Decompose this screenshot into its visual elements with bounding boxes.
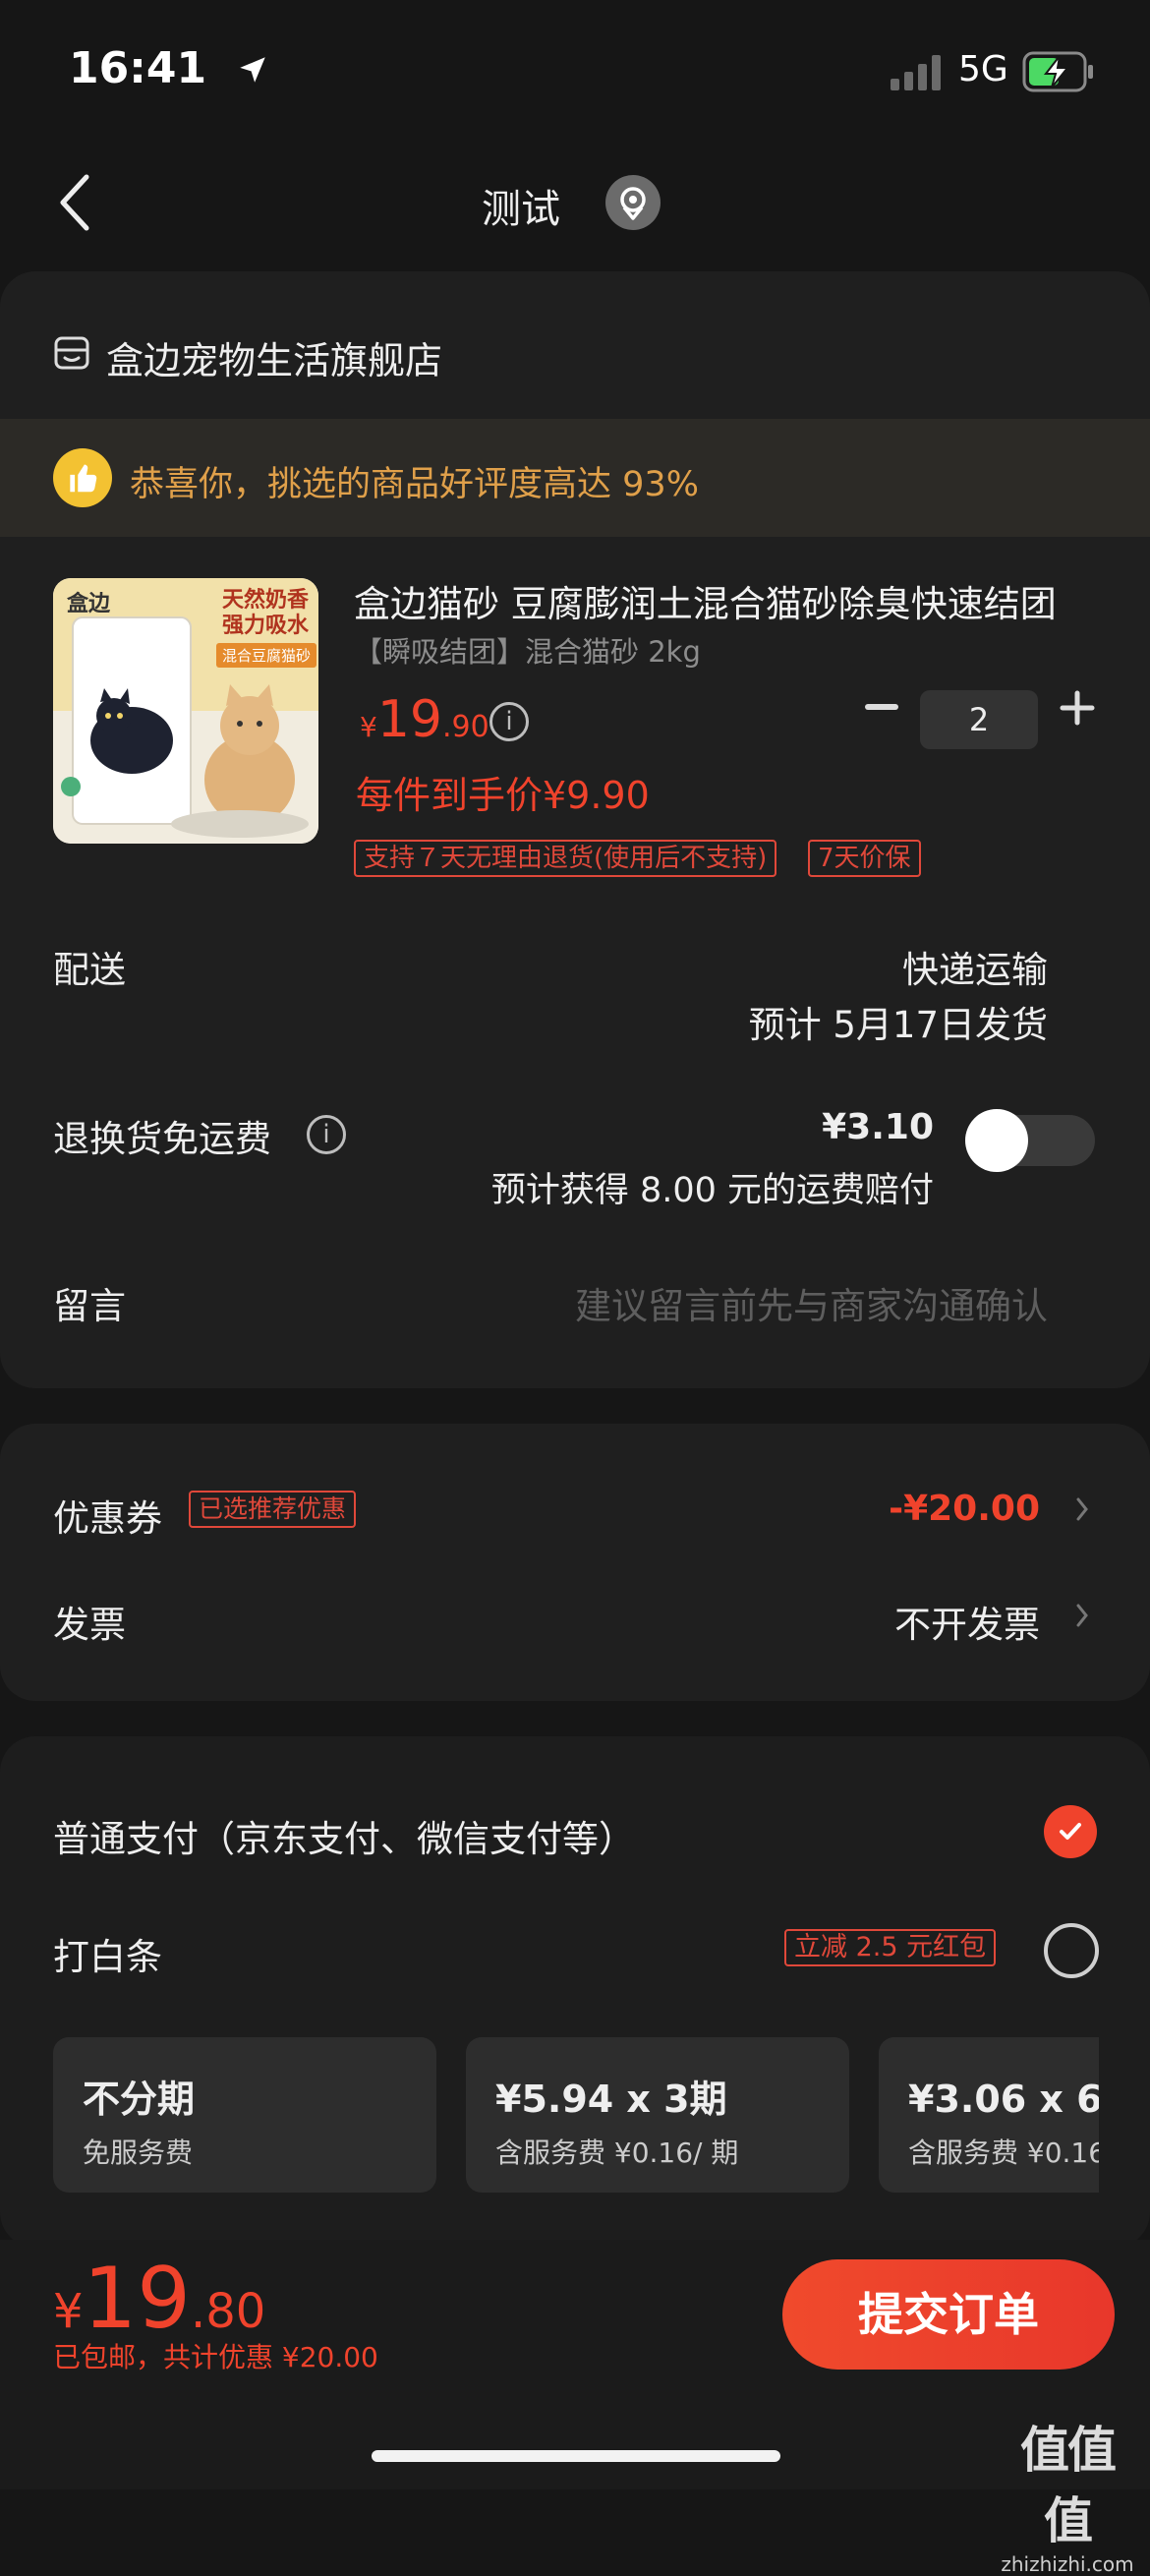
message-input[interactable]: 建议留言前先与商家沟通确认	[575, 1276, 1048, 1329]
toggle-knob	[965, 1109, 1028, 1172]
total-integer: 19	[83, 2250, 191, 2348]
return-insurance-desc: 预计获得 8.00 元的运费赔付	[490, 1171, 934, 1210]
price-decimal: .90	[442, 710, 489, 744]
total-currency: ¥	[53, 2284, 84, 2339]
unit-price-text: 每件到手价¥9.90	[356, 774, 650, 817]
plan-option[interactable]: ¥5.94 x 3期 含服务费 ¥0.16/ 期	[466, 2037, 849, 2193]
checkmark-icon	[1060, 1823, 1081, 1840]
product-image-slogan1: 天然奶香	[221, 588, 309, 613]
return-insurance-price: ¥3.10	[822, 1107, 934, 1147]
banner-rate: 93%	[622, 465, 699, 504]
location-pin-icon	[620, 187, 646, 220]
quantity-increase-button[interactable]	[1060, 690, 1095, 726]
return-insurance-toggle[interactable]	[965, 1109, 1095, 1172]
product-price: ¥19.90	[360, 690, 489, 749]
store-icon	[54, 336, 89, 370]
product-image-slogan2: 强力吸水	[221, 614, 309, 638]
plan-main: ¥3.06 x 6期	[908, 2078, 1099, 2121]
location-arrow-icon	[240, 57, 265, 83]
delivery-method[interactable]: 快递运输	[902, 940, 1048, 993]
product-image-badge: 混合豆腐猫砂	[216, 643, 317, 668]
price-info-icon[interactable]: i	[489, 702, 529, 741]
signal-bars-icon	[891, 55, 941, 90]
product-title[interactable]: 盒边猫砂 豆腐膨润土混合猫砂除臭快速结团	[354, 574, 1071, 627]
quantity-decrease-button[interactable]	[865, 704, 898, 710]
return-insurance-label: 退换货免运费	[53, 1118, 271, 1160]
plan-option[interactable]: 不分期 免服务费	[53, 2037, 436, 2193]
quantity-input[interactable]: 2	[920, 690, 1038, 749]
payment-option-normal[interactable]: 普通支付（京东支付、微信支付等）	[53, 1809, 635, 1862]
plan-sub: 含服务费 ¥0.16/ 期	[908, 2137, 1099, 2169]
product-image[interactable]: 盒边 天然奶香 强力吸水 混合豆腐猫砂	[53, 578, 318, 844]
battery-charging-icon	[1022, 51, 1093, 92]
coupon-value[interactable]: -¥20.00	[889, 1489, 1040, 1529]
price-integer: 19	[376, 690, 442, 749]
discount-card	[0, 1424, 1150, 1701]
message-label: 留言	[53, 1285, 126, 1327]
plan-sub: 含服务费 ¥0.16/ 期	[495, 2137, 739, 2169]
submit-order-button[interactable]: 提交订单	[782, 2259, 1115, 2370]
return-policy-tag: 支持７天无理由退货(使用后不支持)	[354, 840, 777, 877]
product-spec[interactable]: 【瞬吸结团】混合猫砂 2kg	[354, 629, 701, 671]
price-currency: ¥	[360, 711, 377, 743]
plan-sub: 免服务费	[83, 2137, 194, 2169]
coupon-tag: 已选推荐优惠	[189, 1491, 357, 1528]
payment-baitiao-radio[interactable]	[1044, 1923, 1099, 1978]
coupon-chevron-icon[interactable]	[1075, 1496, 1089, 1522]
total-decimal: .80	[190, 2284, 266, 2339]
coupon-label: 优惠券	[53, 1497, 162, 1540]
invoice-label: 发票	[53, 1604, 126, 1646]
plan-main: 不分期	[83, 2078, 196, 2121]
delivery-label: 配送	[53, 949, 126, 991]
plan-main: ¥5.94 x 3期	[495, 2078, 727, 2121]
return-insurance-info-icon[interactable]: i	[307, 1115, 346, 1154]
installment-plans: 不分期 免服务费 ¥5.94 x 3期 含服务费 ¥0.16/ 期 ¥3.06 …	[0, 2025, 1099, 2212]
banner-text: 恭喜你，挑选的商品好评度高达	[130, 465, 612, 504]
network-type: 5G	[958, 49, 1008, 89]
watermark: 值值值 zhizhizhi.com	[999, 2411, 1136, 2576]
plan-option[interactable]: ¥3.06 x 6期 含服务费 ¥0.16/ 期	[879, 2037, 1099, 2193]
total-price: ¥19.80	[53, 2250, 265, 2348]
thumbs-up-icon	[53, 448, 112, 507]
price-protect-tag: 7天价保	[808, 840, 921, 877]
baitiao-promo-tag: 立减 2.5 元红包	[784, 1929, 997, 1966]
invoice-value[interactable]: 不开发票	[894, 1595, 1040, 1648]
invoice-chevron-icon[interactable]	[1075, 1603, 1089, 1628]
delivery-eta: 预计 5月17日发货	[748, 1004, 1048, 1046]
payment-option-baitiao[interactable]: 打白条	[53, 1927, 162, 1980]
location-pin-button[interactable]	[605, 175, 661, 230]
status-time: 16:41	[69, 43, 207, 93]
total-summary: 已包邮，共计优惠 ¥20.00	[53, 2341, 378, 2373]
home-indicator[interactable]	[372, 2450, 780, 2462]
payment-normal-radio-checked[interactable]	[1044, 1805, 1097, 1858]
product-image-brand: 盒边	[67, 592, 111, 616]
watermark-logo: 值值值	[1020, 2422, 1117, 2549]
page-title: 测试	[482, 187, 560, 232]
store-name[interactable]: 盒边宠物生活旗舰店	[106, 330, 442, 384]
watermark-site: zhizhizhi.com	[1001, 2552, 1134, 2576]
